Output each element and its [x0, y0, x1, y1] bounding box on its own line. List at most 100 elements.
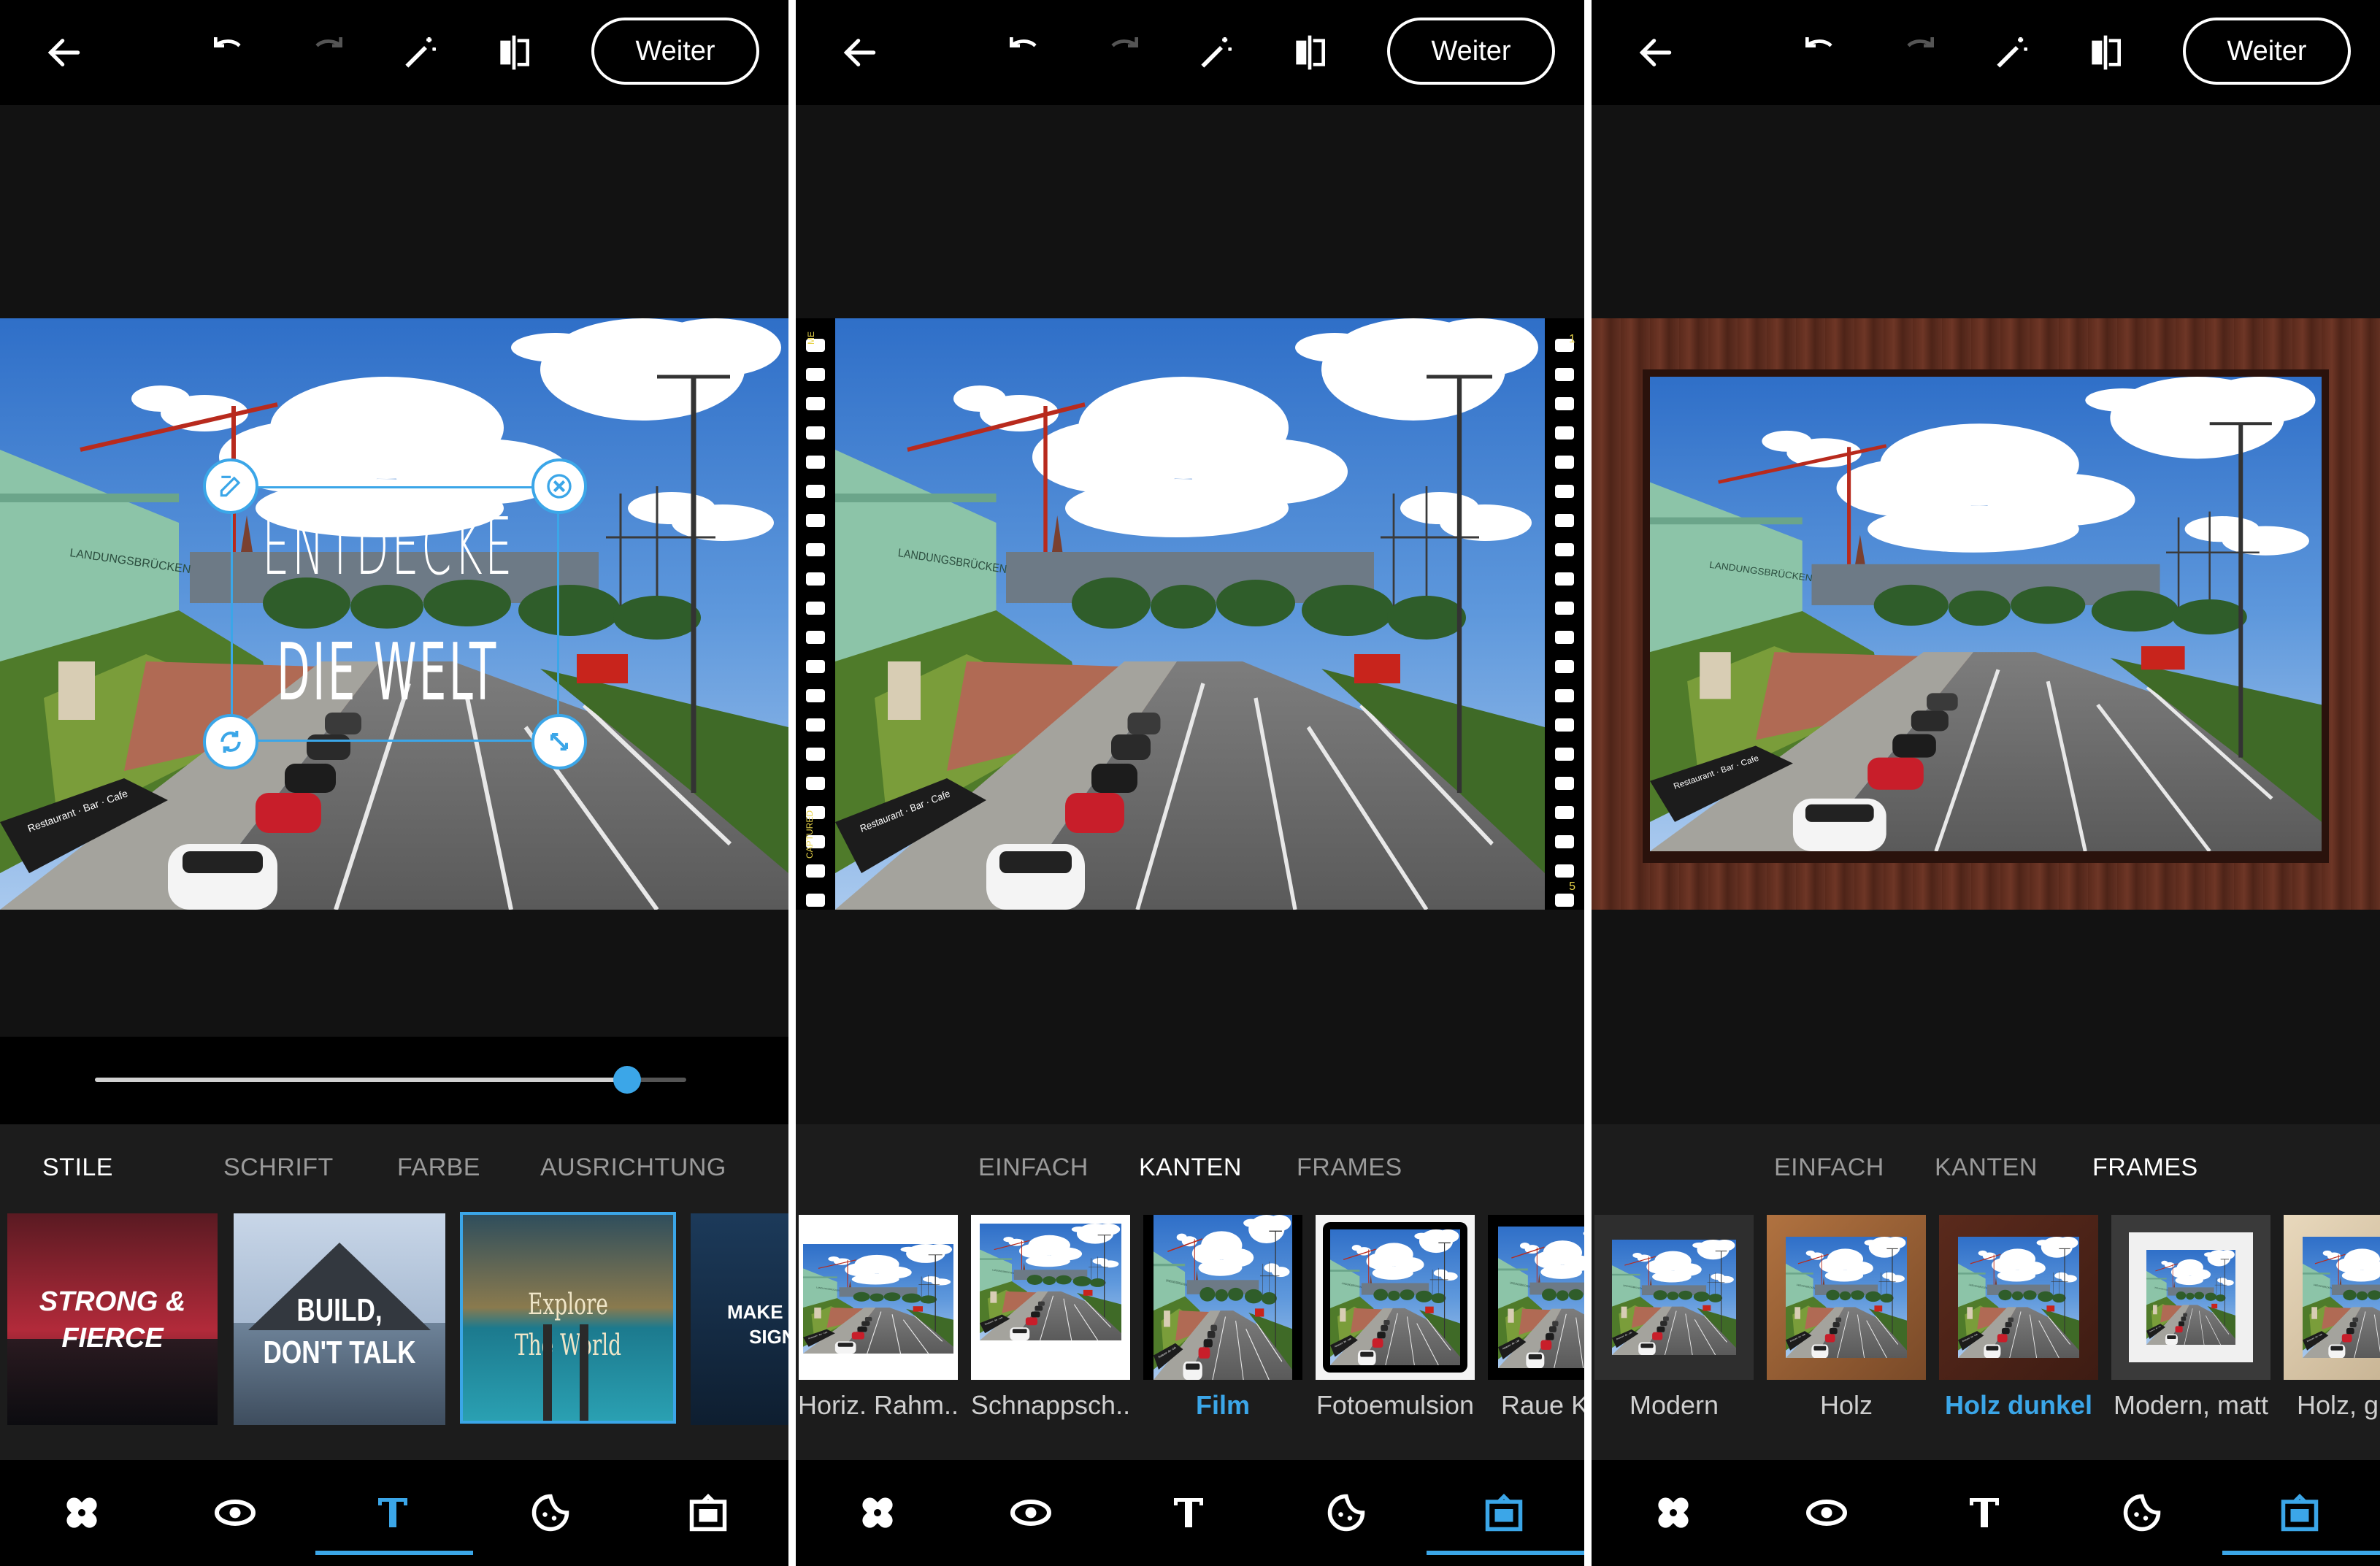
nav-frame-button[interactable] [1478, 1486, 1530, 1539]
redo-button[interactable] [1097, 26, 1149, 79]
undo-button[interactable] [999, 26, 1051, 79]
film-perforation [806, 660, 825, 673]
resize-text-handle[interactable] [531, 714, 587, 769]
tab-frames[interactable]: FRAMES [1297, 1154, 1402, 1182]
photo-canvas[interactable] [1592, 318, 2380, 910]
edge-preset-photoemulsion[interactable] [1316, 1215, 1475, 1380]
edge-preset-label: Horiz. Rahm.. [797, 1390, 959, 1420]
film-perforation [1555, 485, 1574, 498]
compare-button[interactable] [2079, 26, 2132, 79]
resize-icon [550, 733, 568, 751]
tab-ausrichtung[interactable]: AUSRICHTUNG [540, 1154, 726, 1182]
nav-sticker-button[interactable] [524, 1486, 577, 1539]
back-arrow-icon [843, 39, 876, 66]
top-toolbar: Weiter [796, 0, 1584, 105]
opacity-slider-knob[interactable] [613, 1066, 641, 1094]
eye-icon [1806, 1500, 1847, 1526]
photo-canvas[interactable]: ME CAPTURED 1 5 [796, 318, 1584, 910]
auto-enhance-button[interactable] [1190, 26, 1243, 79]
tab-stile[interactable]: STILE [42, 1154, 113, 1182]
nav-heal-button[interactable] [851, 1486, 904, 1539]
frame-icon [1485, 1493, 1523, 1532]
edge-preset-horizontal[interactable] [799, 1215, 958, 1380]
tab-kanten[interactable]: KANTEN [1935, 1154, 2038, 1182]
style-preset-explore[interactable]: Explore The World [460, 1212, 676, 1424]
redo-button[interactable] [301, 26, 353, 79]
nav-heal-button[interactable] [55, 1486, 108, 1539]
nav-text-button[interactable] [1958, 1486, 2011, 1539]
back-button[interactable] [834, 26, 886, 79]
style-preset-build[interactable]: BUILD, DON'T TALK [234, 1213, 445, 1425]
undo-button[interactable] [203, 26, 256, 79]
edge-preset-label: Schnappsch.. [970, 1390, 1131, 1420]
nav-text-button[interactable] [1162, 1486, 1215, 1539]
tab-einfach[interactable]: EINFACH [978, 1154, 1089, 1182]
rotate-text-handle[interactable] [203, 714, 258, 769]
frame-preset-wood-g[interactable] [2284, 1215, 2380, 1380]
compare-button[interactable] [1283, 26, 1336, 79]
text-icon [1174, 1498, 1203, 1527]
back-button[interactable] [1629, 26, 1682, 79]
nav-sticker-button[interactable] [1320, 1486, 1373, 1539]
edge-presets-row: Horiz. Rahm.. Schnappsch.. Film Fotoemul… [796, 1212, 1584, 1460]
photo-image [835, 318, 1545, 910]
nav-adjust-button[interactable] [1005, 1486, 1057, 1539]
auto-enhance-button[interactable] [394, 26, 447, 79]
frame-preset-label: Holz, g [2297, 1390, 2379, 1420]
nav-adjust-button[interactable] [209, 1486, 261, 1539]
text-editor-panel: Weiter ENTDECKE DIE WELT STILE SCHRIFT F [0, 0, 788, 1566]
frame-preset-label: Modern [1629, 1390, 1719, 1420]
compare-button[interactable] [488, 26, 540, 79]
nav-frame-button[interactable] [682, 1486, 734, 1539]
nav-text-button[interactable] [366, 1486, 419, 1539]
film-mark-bottom-left: CAPTURED [805, 810, 815, 859]
undo-icon [1010, 37, 1037, 47]
style-preset-strong-line2: FIERCE [61, 1323, 164, 1354]
frame-preset-wood[interactable] [1767, 1215, 1926, 1380]
preset-preview [2146, 1250, 2235, 1345]
tab-einfach[interactable]: EINFACH [1774, 1154, 1884, 1182]
frame-preset-dark-wood[interactable] [1939, 1215, 2098, 1380]
frame-preset-modern[interactable] [1594, 1215, 1754, 1380]
tab-frames[interactable]: FRAMES [2092, 1154, 2198, 1182]
next-button[interactable]: Weiter [1387, 18, 1555, 85]
film-perforation [1555, 864, 1574, 878]
nav-adjust-button[interactable] [1800, 1486, 1853, 1539]
bandage-icon [1658, 1497, 1689, 1528]
rotate-icon [220, 731, 241, 753]
nav-sticker-button[interactable] [2116, 1486, 2168, 1539]
film-perforation [806, 485, 825, 498]
preset-preview [1612, 1240, 1736, 1355]
film-perforation [1555, 835, 1574, 848]
redo-button[interactable] [1892, 26, 1945, 79]
text-tabs: STILE SCHRIFT FARBE AUSRICHTUNG [0, 1124, 788, 1212]
style-preset-make-it[interactable]: MAKE IT S SIGN [691, 1213, 788, 1425]
style-preset-strong[interactable]: STRONG & FIERCE [7, 1213, 218, 1425]
undo-icon [1805, 37, 1832, 47]
edit-text-handle[interactable] [203, 458, 258, 514]
text-overlay-box[interactable]: ENTDECKE DIE WELT [231, 486, 559, 742]
edge-preset-rough[interactable] [1488, 1215, 1584, 1380]
edge-preset-snapshot[interactable] [971, 1215, 1130, 1380]
tab-kanten[interactable]: KANTEN [1139, 1154, 1242, 1182]
eye-icon [1010, 1500, 1051, 1526]
auto-enhance-button[interactable] [1986, 26, 2038, 79]
back-button[interactable] [38, 26, 91, 79]
photo-canvas[interactable]: ENTDECKE DIE WELT [0, 318, 788, 910]
film-perforation [1555, 397, 1574, 410]
nav-heal-button[interactable] [1647, 1486, 1700, 1539]
tab-schrift[interactable]: SCHRIFT [223, 1154, 334, 1182]
next-button[interactable]: Weiter [2183, 18, 2351, 85]
film-perforation [1555, 718, 1574, 732]
undo-button[interactable] [1794, 26, 1847, 79]
frame-icon [689, 1493, 727, 1532]
edge-preset-film[interactable] [1143, 1215, 1302, 1380]
opacity-slider-track[interactable] [95, 1066, 686, 1094]
tab-farbe[interactable]: FARBE [397, 1154, 480, 1182]
nav-frame-button[interactable] [2273, 1486, 2326, 1539]
film-perforation [806, 602, 825, 615]
text-icon [1970, 1498, 1999, 1527]
frame-preset-modern-matt[interactable] [2111, 1215, 2270, 1380]
next-button[interactable]: Weiter [591, 18, 759, 85]
delete-text-handle[interactable] [531, 458, 587, 514]
